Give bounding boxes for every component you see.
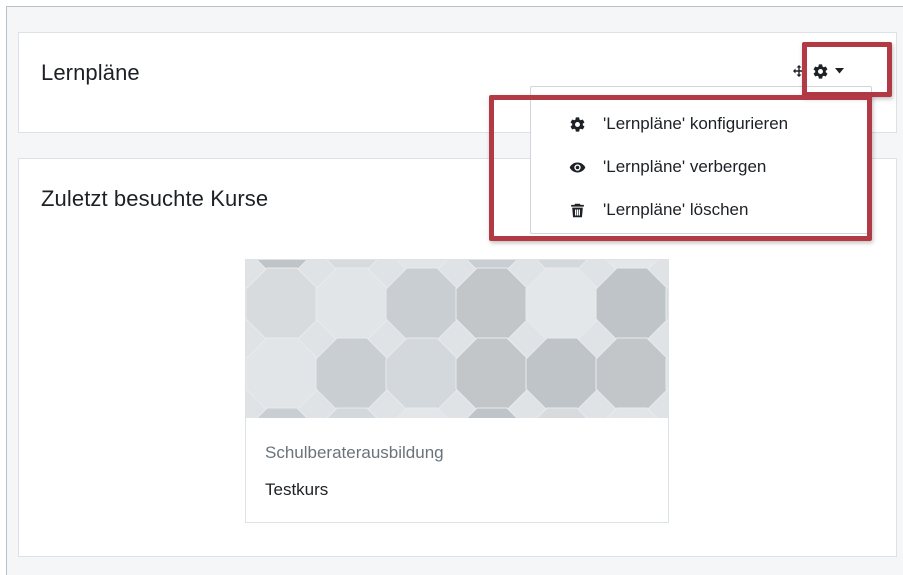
gear-icon [568,115,586,133]
block-title-recent-courses: Zuletzt besuchte Kurse [41,186,269,211]
block-actions-menu: 'Lernpläne' konfigurieren 'Lernpläne' ve… [530,86,872,234]
menu-item-label: 'Lernpläne' löschen [603,200,749,219]
block-controls [792,61,844,81]
course-name[interactable]: Testkurs [265,480,328,500]
caret-down-icon[interactable] [835,68,844,74]
eye-icon [568,158,586,176]
menu-item-delete[interactable]: 'Lernpläne' löschen [531,193,871,227]
gear-icon[interactable] [812,63,829,80]
menu-item-configure[interactable]: 'Lernpläne' konfigurieren [531,107,871,141]
menu-item-label: 'Lernpläne' konfigurieren [603,114,789,133]
course-category: Schulberaterausbildung [265,443,444,462]
block-title-lernplaene: Lernpläne [41,60,140,85]
menu-item-hide[interactable]: 'Lernpläne' verbergen [531,150,871,184]
course-image[interactable] [246,260,668,418]
move-icon[interactable] [792,64,806,78]
course-card[interactable]: Schulberaterausbildung Testkurs [245,259,669,523]
menu-item-label: 'Lernpläne' verbergen [603,157,767,176]
trash-icon [568,201,586,219]
